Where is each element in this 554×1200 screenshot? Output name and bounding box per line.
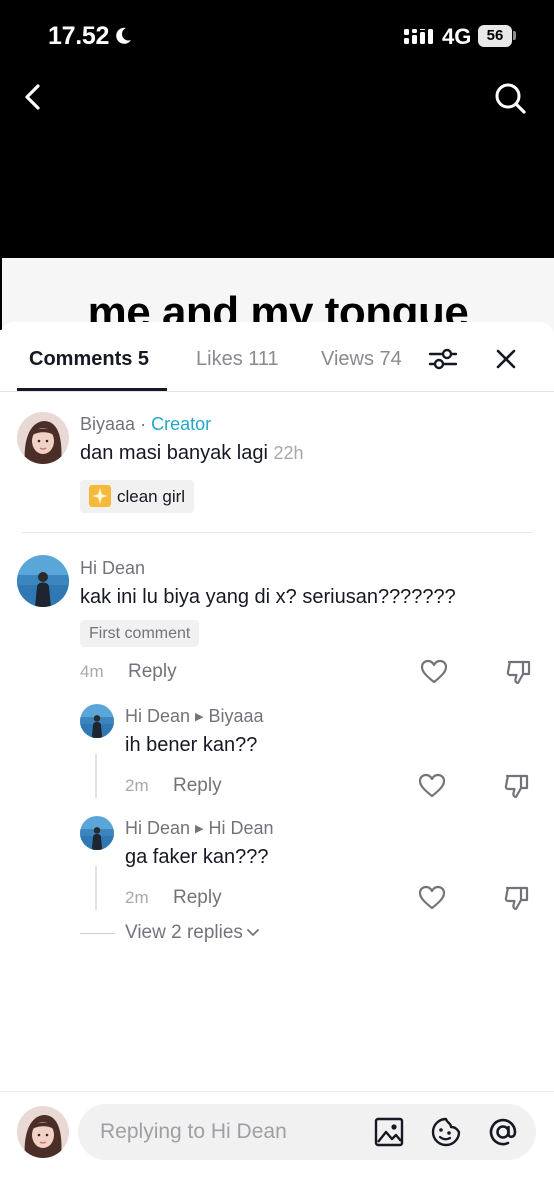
moon-icon: [116, 27, 131, 44]
reply-time: 2m: [125, 776, 149, 795]
thread-line: [95, 866, 97, 910]
avatar-biyaaa[interactable]: [17, 412, 69, 464]
reply-author[interactable]: Hi Dean: [125, 706, 190, 726]
comment-time: 4m: [80, 662, 104, 681]
comment-divider: [22, 532, 532, 533]
comment-author[interactable]: Hi Dean: [80, 558, 145, 579]
name-separator: ·: [140, 414, 147, 434]
battery-indicator: 56: [478, 25, 512, 47]
avatar-hi-dean[interactable]: [17, 555, 69, 607]
signal-dots-icon: [404, 29, 433, 44]
dislike-icon[interactable]: [503, 884, 531, 912]
reply-target[interactable]: Biyaaa: [209, 706, 264, 726]
thread-line: [95, 754, 97, 798]
reply-button[interactable]: Reply: [128, 661, 177, 683]
like-heart-icon[interactable]: [420, 658, 448, 686]
my-avatar[interactable]: [17, 1106, 69, 1158]
tab-views[interactable]: Views 74: [321, 348, 402, 371]
comment-text: dan masi banyak lagi 22h: [80, 442, 304, 465]
battery-nub: [513, 31, 516, 40]
view-replies-button[interactable]: View 2 replies: [125, 922, 260, 944]
comment-body: kak ini lu biya yang di x? seriusan?????…: [80, 586, 456, 608]
close-icon[interactable]: [494, 347, 518, 371]
tab-likes[interactable]: Likes 111: [196, 348, 279, 371]
comment-composer: [0, 1091, 554, 1200]
dislike-icon[interactable]: [503, 772, 531, 800]
reply-author-line: Hi Dean ▶ Hi Dean: [125, 818, 274, 839]
chevron-down-icon: [247, 929, 259, 936]
avatar-reply-hi-dean[interactable]: [80, 704, 114, 738]
reply-to-arrow-icon: ▶: [195, 711, 204, 723]
network-label: 4G: [442, 24, 472, 49]
chip-label: clean girl: [117, 487, 186, 506]
comments-sheet: Comments 5 Likes 111 Views 74 Biyaaa · C…: [0, 322, 554, 1200]
view-replies-label: View 2 replies: [125, 922, 243, 943]
back-arrow-icon[interactable]: [18, 82, 48, 112]
reply-body: ga faker kan???: [125, 846, 269, 868]
reply-body: ih bener kan??: [125, 734, 258, 756]
reply-input[interactable]: [78, 1104, 536, 1160]
creator-badge: Creator: [151, 414, 212, 434]
reply-target[interactable]: Hi Dean: [209, 818, 274, 838]
reply-author-line: Hi Dean ▶ Biyaaa: [125, 706, 264, 727]
sound-chip[interactable]: clean girl: [80, 480, 195, 513]
image-icon[interactable]: [372, 1115, 406, 1149]
tab-bar: Comments 5 Likes 111 Views 74: [0, 322, 554, 392]
mention-at-icon[interactable]: [486, 1115, 520, 1149]
comment-author-line: Biyaaa · Creator: [80, 414, 211, 435]
comment-time: 22h: [273, 443, 304, 463]
emoji-sticker-icon[interactable]: [429, 1115, 463, 1149]
reply-button[interactable]: Reply: [173, 775, 222, 797]
reply-author[interactable]: Hi Dean: [125, 818, 190, 838]
like-heart-icon[interactable]: [418, 884, 446, 912]
sparkle-icon: [89, 485, 111, 508]
reply-button[interactable]: Reply: [173, 887, 222, 909]
dislike-icon[interactable]: [505, 658, 533, 686]
view-replies-rule: [80, 933, 115, 934]
first-comment-badge: First comment: [80, 620, 200, 647]
active-tab-indicator: [17, 388, 167, 391]
reply-time: 2m: [125, 888, 149, 907]
status-time: 17.52: [48, 22, 110, 50]
comment-author[interactable]: Biyaaa: [80, 414, 135, 434]
like-heart-icon[interactable]: [418, 772, 446, 800]
reply-to-arrow-icon: ▶: [195, 823, 204, 835]
avatar-reply-hi-dean[interactable]: [80, 816, 114, 850]
comment-body: dan masi banyak lagi: [80, 442, 268, 464]
filter-sliders-icon[interactable]: [428, 346, 458, 372]
search-icon[interactable]: [492, 80, 528, 116]
tab-comments[interactable]: Comments 5: [29, 348, 149, 371]
